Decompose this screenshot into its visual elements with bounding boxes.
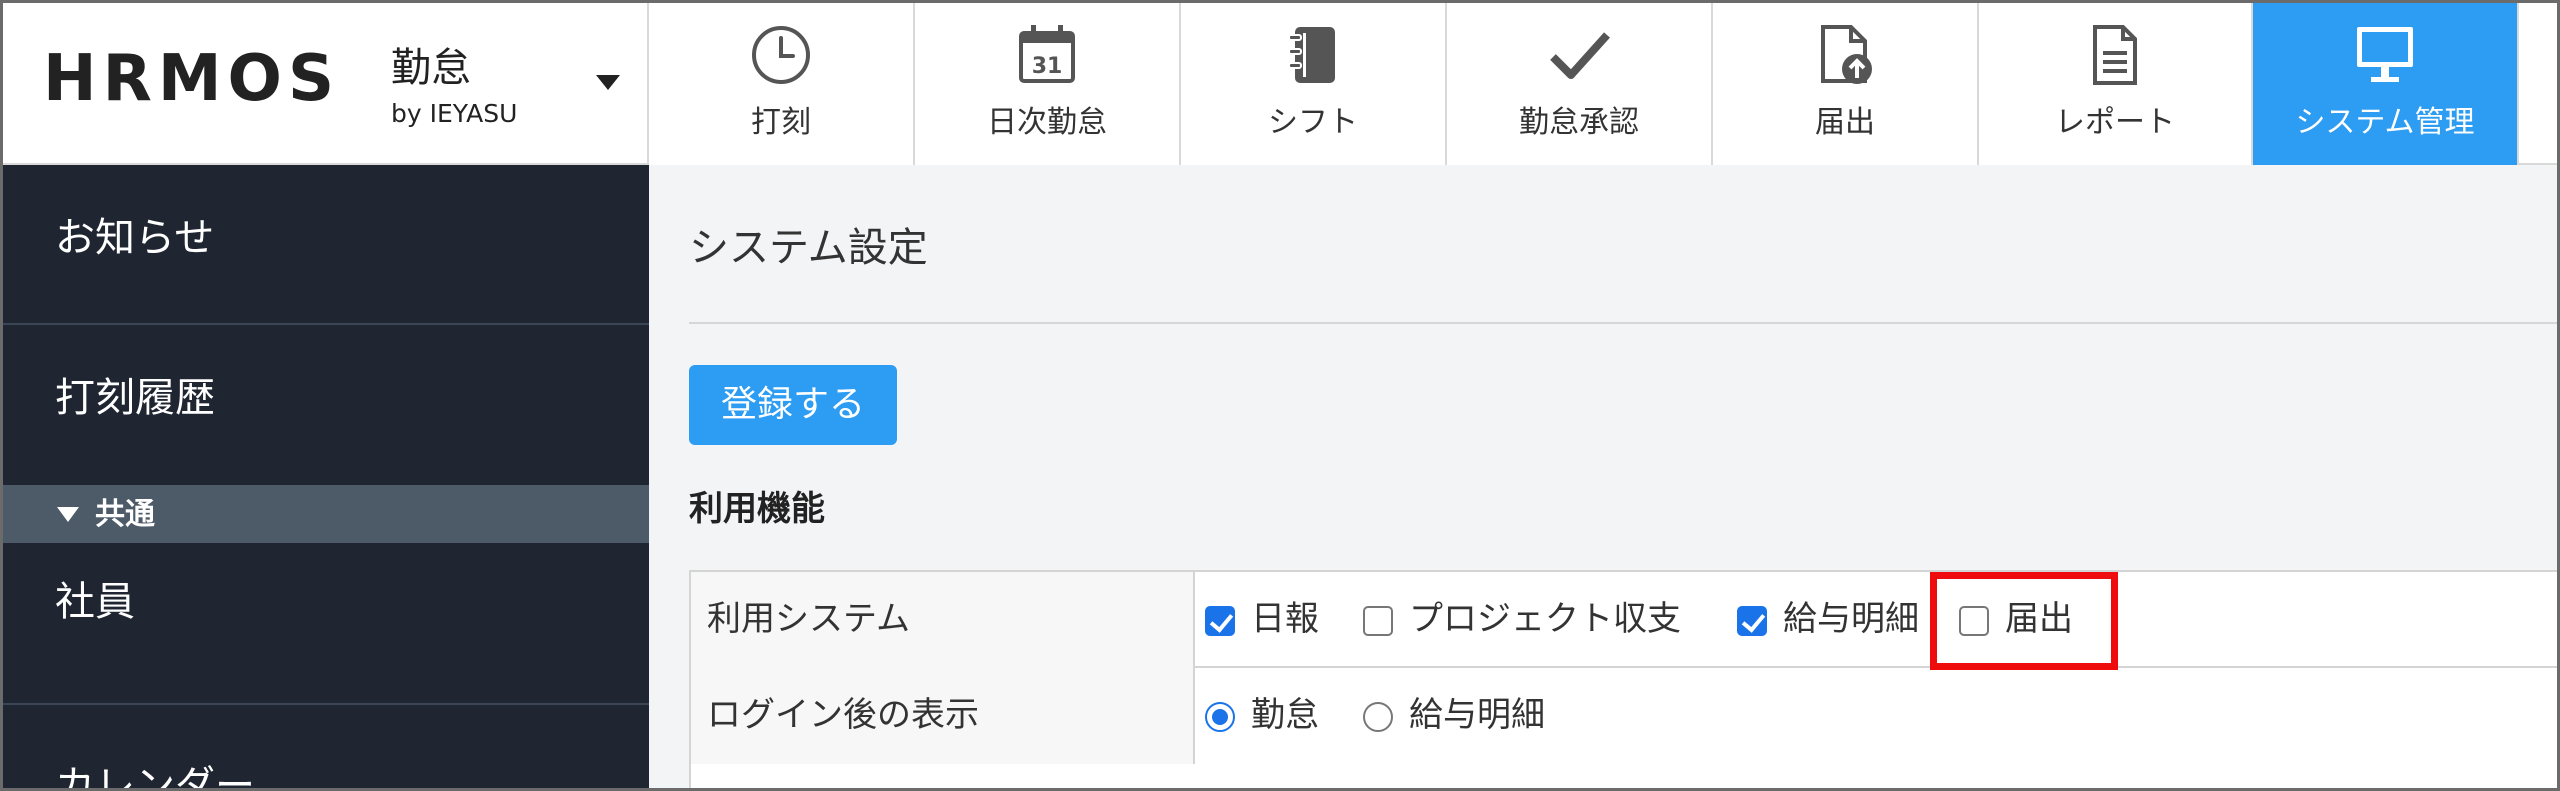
report-document-icon	[2093, 25, 2137, 85]
sidebar-item-employees[interactable]: 社員	[3, 543, 649, 705]
table-row-usage-system: 利用システム 日報 プロジェクト収支 給与明細 届出	[691, 572, 2557, 668]
tab-daily-attendance[interactable]: 31 日次勤怠	[915, 3, 1181, 165]
logo-area: HRMOS 勤怠 by IEYASU	[3, 3, 649, 165]
checkbox-daily-report[interactable]: 日報	[1205, 572, 1345, 668]
monitor-icon	[2357, 27, 2413, 82]
radio-label: 勤怠	[1251, 695, 1319, 735]
tab-label: 勤怠承認	[1519, 105, 1639, 140]
radio-label: 給与明細	[1409, 695, 1545, 735]
tab-requests[interactable]: 届出	[1713, 3, 1979, 165]
logo-wordmark: HRMOS	[43, 42, 341, 116]
radio-payslip[interactable]: 給与明細	[1363, 668, 1583, 764]
clock-icon	[752, 26, 810, 84]
checkbox-unchecked-icon[interactable]	[1363, 606, 1393, 636]
checkbox-payslip[interactable]: 給与明細	[1737, 572, 1947, 668]
sidebar-item-label: 社員	[55, 579, 135, 625]
app-frame: HRMOS 勤怠 by IEYASU 打刻 31 日次勤怠 シフト 勤怠承認 届…	[0, 0, 2560, 791]
section-heading: 利用機能	[689, 489, 825, 529]
row-label: 利用システム	[707, 599, 910, 639]
row-label-cell: 利用システム	[691, 572, 1195, 668]
sidebar-item-label: お知らせ	[55, 215, 215, 261]
table-row-after-login-view: ログイン後の表示 勤怠 給与明細	[691, 668, 2557, 764]
sidebar-item-clock-history[interactable]: 打刻履歴	[3, 325, 649, 485]
checkbox-checked-icon[interactable]	[1205, 606, 1235, 636]
calendar-icon: 31	[1019, 25, 1075, 83]
sidebar-section-label: 共通	[95, 497, 155, 532]
sidebar-item-notices[interactable]: お知らせ	[3, 165, 649, 325]
page-title: システム設定	[689, 225, 928, 271]
title-divider	[689, 322, 2557, 324]
calendar-day-number: 31	[1032, 54, 1063, 79]
sidebar-section-common[interactable]: 共通	[3, 485, 649, 543]
logo-by-line: by IEYASU	[391, 99, 518, 128]
tab-label: 届出	[1815, 105, 1875, 140]
main-content: システム設定 登録する 利用機能 利用システム 日報 プロジェクト収支 給与明細…	[649, 165, 2557, 788]
tab-report[interactable]: レポート	[1979, 3, 2253, 165]
annotation-highlight-box	[1930, 572, 2118, 670]
row-label: ログイン後の表示	[707, 695, 979, 735]
radio-selected-icon[interactable]	[1205, 702, 1235, 732]
logo-product-name: 勤怠	[391, 45, 471, 91]
document-upload-icon	[1821, 25, 1872, 84]
settings-table: 利用システム 日報 プロジェクト収支 給与明細 届出 ログイン後の表示 勤怠 給…	[689, 570, 2557, 788]
top-header: HRMOS 勤怠 by IEYASU 打刻 31 日次勤怠 シフト 勤怠承認 届…	[3, 3, 2557, 165]
register-button[interactable]: 登録する	[689, 365, 897, 445]
sidebar: お知らせ 打刻履歴 共通 社員 カレンダー	[3, 165, 649, 791]
tab-label: 日次勤怠	[987, 105, 1107, 140]
radio-attendance[interactable]: 勤怠	[1205, 668, 1345, 764]
radio-unselected-icon[interactable]	[1363, 702, 1393, 732]
tab-label: システム管理	[2295, 105, 2475, 140]
checkbox-label: 日報	[1251, 599, 1319, 639]
row-label-cell: ログイン後の表示	[691, 668, 1195, 764]
checkbox-checked-icon[interactable]	[1737, 606, 1767, 636]
tab-label: 打刻	[751, 105, 811, 140]
checkbox-project-balance[interactable]: プロジェクト収支	[1363, 572, 1723, 668]
tab-system-admin[interactable]: システム管理	[2253, 3, 2519, 165]
tab-clock-in[interactable]: 打刻	[649, 3, 915, 165]
sidebar-item-label: カレンダー	[55, 763, 255, 791]
tab-label: レポート	[2055, 105, 2175, 140]
tab-attendance-approval[interactable]: 勤怠承認	[1447, 3, 1713, 165]
tab-shift[interactable]: シフト	[1181, 3, 1447, 165]
product-switcher-caret-icon[interactable]	[596, 75, 620, 90]
collapse-triangle-icon	[57, 507, 79, 522]
sidebar-item-calendar[interactable]: カレンダー	[3, 705, 649, 791]
checkbox-label: 給与明細	[1783, 599, 1919, 639]
notebook-icon	[1288, 27, 1335, 83]
sidebar-item-label: 打刻履歴	[55, 375, 215, 421]
checkmark-icon	[1550, 32, 1610, 79]
checkbox-label: プロジェクト収支	[1409, 599, 1681, 639]
tab-label: シフト	[1268, 105, 1358, 140]
